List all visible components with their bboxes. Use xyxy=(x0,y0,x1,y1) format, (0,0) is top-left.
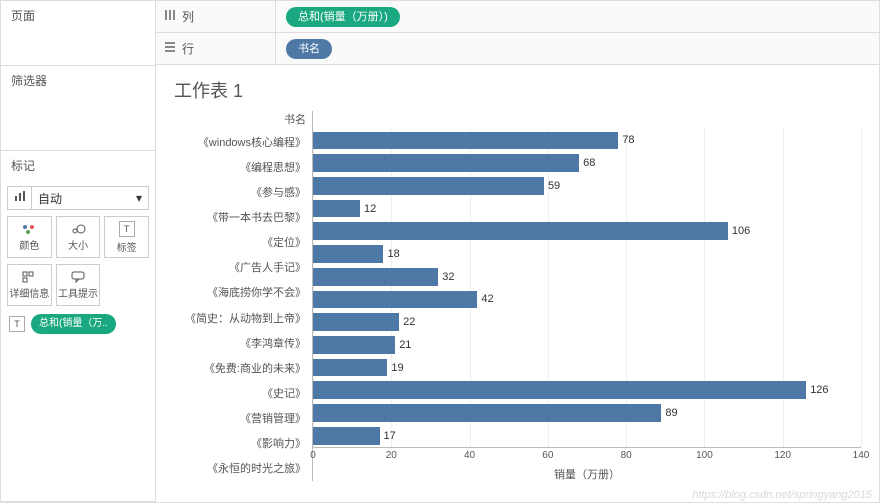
category-label: 《免费:商业的未来》 xyxy=(174,355,312,380)
rows-pill[interactable]: 书名 xyxy=(286,39,332,59)
columns-pill[interactable]: 总和(销量（万册）) xyxy=(286,7,400,27)
bar-row: 12 xyxy=(313,197,861,220)
category-label: 《带一本书去巴黎》 xyxy=(174,204,312,229)
category-label: 《李鸿章传》 xyxy=(174,330,312,355)
category-label: 《永恒的时光之旅》 xyxy=(174,456,312,481)
bar-icon xyxy=(8,187,32,209)
columns-icon xyxy=(164,9,176,24)
category-label: 《广告人手记》 xyxy=(174,255,312,280)
mark-color-button[interactable]: 颜色 xyxy=(7,216,52,258)
bar-row: 106 xyxy=(313,220,861,243)
y-axis-header: 书名 xyxy=(174,111,312,129)
bar[interactable] xyxy=(313,381,806,399)
columns-shelf-label: 列 xyxy=(182,8,194,25)
x-tick: 120 xyxy=(774,450,791,461)
bar-value-label: 21 xyxy=(399,339,411,351)
mark-tooltip-label: 工具提示 xyxy=(58,285,98,300)
bar-value-label: 106 xyxy=(732,225,750,237)
bar[interactable] xyxy=(313,200,360,218)
bar[interactable] xyxy=(313,313,399,331)
category-label: 《定位》 xyxy=(174,230,312,255)
bar-row: 89 xyxy=(313,402,861,425)
bar-value-label: 12 xyxy=(364,203,376,215)
bar-row: 59 xyxy=(313,174,861,197)
chevron-down-icon: ▾ xyxy=(130,191,148,205)
bar[interactable] xyxy=(313,336,395,354)
bar[interactable] xyxy=(313,177,544,195)
rows-shelf[interactable]: 行 书名 xyxy=(156,33,879,65)
bar[interactable] xyxy=(313,245,383,263)
pages-panel-header: 页面 xyxy=(1,1,155,30)
bar-row: 42 xyxy=(313,288,861,311)
text-icon: T xyxy=(119,221,135,237)
bar-row: 68 xyxy=(313,152,861,175)
marks-pill[interactable]: 总和(销量（万.. xyxy=(31,314,116,334)
bar-value-label: 19 xyxy=(391,362,403,374)
x-tick: 40 xyxy=(464,450,475,461)
bar-value-label: 17 xyxy=(384,430,396,442)
x-tick: 20 xyxy=(386,450,397,461)
rows-shelf-label: 行 xyxy=(182,40,194,57)
bar[interactable] xyxy=(313,222,728,240)
bar-row: 18 xyxy=(313,243,861,266)
bar-row: 17 xyxy=(313,424,861,447)
x-tick: 80 xyxy=(621,450,632,461)
bar-value-label: 78 xyxy=(622,134,634,146)
x-tick: 140 xyxy=(853,450,870,461)
mark-detail-button[interactable]: 详细信息 xyxy=(7,264,52,306)
bar[interactable] xyxy=(313,291,477,309)
category-label: 《营销管理》 xyxy=(174,406,312,431)
bar[interactable] xyxy=(313,359,387,377)
bar-row: 126 xyxy=(313,379,861,402)
category-label: 《海底捞你学不会》 xyxy=(174,280,312,305)
x-axis-label: 销量（万册） xyxy=(313,466,861,482)
x-tick: 60 xyxy=(542,450,553,461)
bar-row: 78 xyxy=(313,129,861,152)
rows-icon xyxy=(164,41,176,56)
text-icon: T xyxy=(9,316,25,332)
watermark: https://blog.csdn.net/springyang2015 xyxy=(692,489,872,501)
columns-shelf[interactable]: 列 总和(销量（万册）) xyxy=(156,1,879,33)
filters-panel-header: 筛选器 xyxy=(1,66,155,95)
bar-value-label: 89 xyxy=(665,407,677,419)
bar-value-label: 22 xyxy=(403,316,415,328)
mark-detail-label: 详细信息 xyxy=(9,285,49,300)
bar[interactable] xyxy=(313,404,661,422)
category-label: 《编程思想》 xyxy=(174,154,312,179)
mark-color-label: 颜色 xyxy=(19,237,39,252)
chart: 书名 《windows核心编程》《编程思想》《参与感》《带一本书去巴黎》《定位》… xyxy=(174,111,861,481)
mark-tooltip-button[interactable]: 工具提示 xyxy=(56,264,101,306)
bar[interactable] xyxy=(313,132,618,150)
mark-type-dropdown[interactable]: 自动 ▾ xyxy=(7,186,149,210)
bar-value-label: 42 xyxy=(481,293,493,305)
bar-value-label: 59 xyxy=(548,180,560,192)
bar-row: 32 xyxy=(313,265,861,288)
category-label: 《windows核心编程》 xyxy=(174,129,312,154)
bar-row: 22 xyxy=(313,311,861,334)
category-label: 《史记》 xyxy=(174,380,312,405)
bar[interactable] xyxy=(313,427,380,445)
mark-label-label: 标签 xyxy=(117,239,137,254)
mark-label-button[interactable]: T 标签 xyxy=(104,216,149,258)
mark-type-label: 自动 xyxy=(32,190,130,207)
bar-row: 19 xyxy=(313,356,861,379)
bar-value-label: 32 xyxy=(442,271,454,283)
mark-size-button[interactable]: 大小 xyxy=(56,216,101,258)
bar-value-label: 68 xyxy=(583,157,595,169)
x-tick: 0 xyxy=(310,450,316,461)
category-label: 《影响力》 xyxy=(174,431,312,456)
bar-value-label: 126 xyxy=(810,384,828,396)
category-label: 《参与感》 xyxy=(174,179,312,204)
bar[interactable] xyxy=(313,268,438,286)
mark-size-label: 大小 xyxy=(68,237,88,252)
bar-row: 21 xyxy=(313,333,861,356)
marks-panel-header: 标记 xyxy=(1,151,155,180)
x-tick: 100 xyxy=(696,450,713,461)
bar-value-label: 18 xyxy=(387,248,399,260)
sheet-title: 工作表 1 xyxy=(174,77,861,103)
category-label: 《简史：从动物到上帝》 xyxy=(174,305,312,330)
bar[interactable] xyxy=(313,154,579,172)
